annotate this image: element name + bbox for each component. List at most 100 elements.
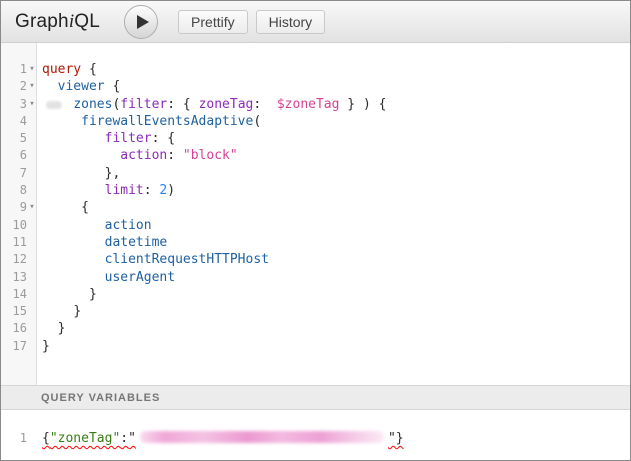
line-number: 11 [1, 234, 27, 251]
code-text: action [37, 217, 152, 234]
variables-editor[interactable]: 1 {"zoneTag":""} [1, 410, 630, 459]
token [191, 97, 199, 112]
fold-arrow-icon[interactable]: ▾ [27, 61, 37, 78]
app-title: GraphiQL [15, 11, 100, 33]
fold-gutter-spacer [27, 286, 37, 303]
token: : [253, 97, 261, 112]
line-number: 7 [1, 165, 27, 182]
app-title-ql: QL [74, 11, 100, 32]
query-variables-header[interactable]: QUERY VARIABLES [1, 385, 630, 410]
line-number: 17 [1, 338, 27, 355]
token [42, 79, 58, 94]
code-line[interactable]: 7 }, [1, 165, 630, 182]
line-number: 1 [1, 61, 27, 78]
token: { [81, 200, 89, 215]
execute-button[interactable] [124, 5, 158, 39]
token: zoneTag [199, 97, 254, 112]
fold-gutter-spacer [27, 113, 37, 130]
token: } [42, 339, 50, 354]
code-line[interactable]: 4 firewallEventsAdaptive( [1, 113, 630, 130]
fold-gutter-spacer [27, 269, 37, 286]
code-line[interactable]: 5 filter: { [1, 130, 630, 147]
code-text: datetime [37, 234, 167, 251]
variables-lines: 1 {"zoneTag":""} [1, 430, 630, 447]
token [175, 97, 183, 112]
token: } [89, 287, 97, 302]
code-text: {"zoneTag":""} [37, 430, 404, 447]
code-text: limit: 2) [37, 182, 175, 199]
token: filter [120, 97, 167, 112]
query-variables-title: QUERY VARIABLES [41, 392, 160, 404]
code-line[interactable]: 1▾query { [1, 61, 630, 78]
code-line[interactable]: 14 } [1, 286, 630, 303]
code-text: userAgent [37, 269, 175, 286]
code-line[interactable]: 13 userAgent [1, 269, 630, 286]
toolbar: GraphiQL Prettify History [1, 1, 630, 43]
graphiql-app: GraphiQL Prettify History 1▾query {2▾ vi… [0, 0, 631, 461]
line-number: 12 [1, 251, 27, 268]
prettify-button[interactable]: Prettify [178, 10, 248, 34]
code-line[interactable]: 9▾ { [1, 199, 630, 216]
code-line[interactable]: 11 datetime [1, 234, 630, 251]
fold-gutter-spacer [27, 320, 37, 337]
fold-gutter-spacer [27, 303, 37, 320]
code-text: zones(filter: { zoneTag: $zoneTag } ) { [37, 96, 386, 113]
code-line[interactable]: 2▾ viewer { [1, 78, 630, 95]
code-text: query { [37, 61, 97, 78]
token [42, 218, 105, 233]
code-line[interactable]: 16 } [1, 320, 630, 337]
line-number: 3 [1, 96, 27, 113]
fold-gutter-spacer [27, 130, 37, 147]
code-text: filter: { [37, 130, 175, 147]
code-text: viewer { [37, 78, 120, 95]
line-number: 1 [1, 430, 27, 447]
code-text: firewallEventsAdaptive( [37, 113, 261, 130]
fold-arrow-icon[interactable]: ▾ [27, 96, 37, 113]
code-line[interactable]: 1 {"zoneTag":""} [1, 430, 630, 447]
token: }, [105, 166, 121, 181]
token [371, 97, 379, 112]
token: query [42, 62, 81, 77]
fold-gutter-spacer [27, 217, 37, 234]
token [81, 62, 89, 77]
code-line[interactable]: 6 action: "block" [1, 147, 630, 164]
code-line[interactable]: 8 limit: 2) [1, 182, 630, 199]
code-text: clientRequestHTTPHost [37, 251, 269, 268]
code-line[interactable]: 15 } [1, 303, 630, 320]
token [42, 287, 89, 302]
code-lines: 1▾query {2▾ viewer {3▾ zones(filter: { z… [1, 43, 630, 355]
token: "} [388, 431, 404, 446]
code-line[interactable]: 10 action [1, 217, 630, 234]
line-number: 5 [1, 130, 27, 147]
token [355, 97, 363, 112]
token: "block" [183, 148, 238, 163]
token: { [42, 431, 50, 446]
line-number: 2 [1, 78, 27, 95]
redacted-value [140, 431, 384, 443]
fold-arrow-icon[interactable]: ▾ [27, 78, 37, 95]
code-line[interactable]: 17} [1, 338, 630, 355]
code-text: } [37, 338, 50, 355]
token: : [120, 431, 128, 446]
line-number: 9 [1, 199, 27, 216]
code-text: }, [37, 165, 120, 182]
line-number: 8 [1, 182, 27, 199]
code-line[interactable]: 12 clientRequestHTTPHost [1, 251, 630, 268]
token: { [112, 79, 120, 94]
token: } [73, 304, 81, 319]
app-title-graph: Graph [15, 11, 69, 32]
token: ) [363, 97, 371, 112]
line-number: 4 [1, 113, 27, 130]
token: limit [105, 183, 144, 198]
history-button[interactable]: History [256, 10, 326, 34]
code-line[interactable]: 3▾ zones(filter: { zoneTag: $zoneTag } )… [1, 96, 630, 113]
token [42, 114, 81, 129]
code-text: { [37, 199, 89, 216]
fold-arrow-icon[interactable]: ▾ [27, 199, 37, 216]
query-editor[interactable]: 1▾query {2▾ viewer {3▾ zones(filter: { z… [1, 43, 630, 385]
token [42, 183, 105, 198]
fold-gutter-spacer [27, 430, 37, 447]
line-number: 16 [1, 320, 27, 337]
code-text: } [37, 303, 81, 320]
fold-gutter-spacer [27, 182, 37, 199]
